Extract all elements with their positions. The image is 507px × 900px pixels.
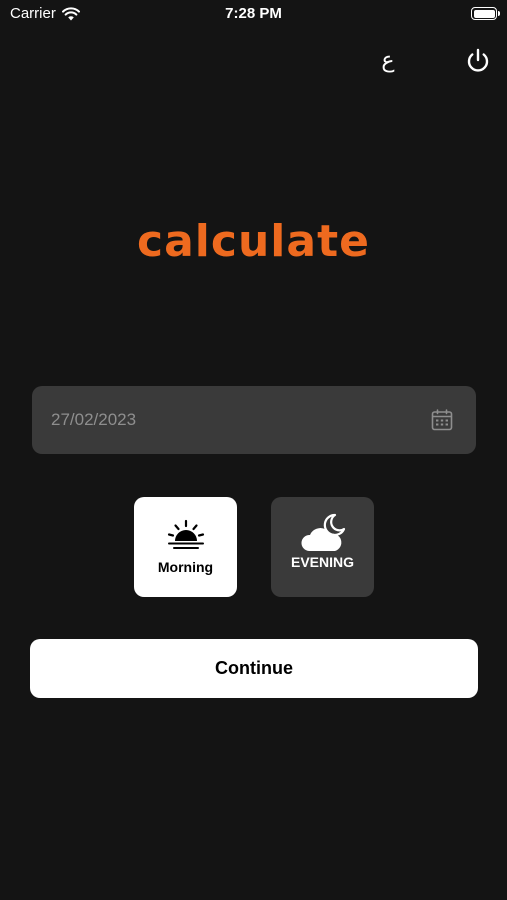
status-bar: Carrier 7:28 PM (0, 0, 507, 28)
evening-option-button[interactable]: EVENING (271, 497, 374, 597)
app-logo: calculate (137, 216, 370, 267)
morning-option-button[interactable]: Morning (134, 497, 237, 597)
date-input[interactable]: 27/02/2023 (32, 386, 476, 454)
calendar-icon[interactable] (430, 408, 454, 432)
language-toggle-button[interactable]: ع (374, 44, 402, 78)
battery-icon (471, 7, 500, 20)
sunrise-icon (167, 519, 204, 549)
date-value: 27/02/2023 (51, 410, 137, 429)
cloud-moon-icon (300, 513, 345, 551)
morning-option-label: Morning (157, 559, 214, 575)
status-time: 7:28 PM (225, 5, 282, 22)
evening-option-label: EVENING (290, 554, 354, 570)
continue-button[interactable]: Continue (30, 639, 478, 698)
power-icon[interactable] (462, 45, 494, 77)
app-screen: Carrier 7:28 PM ع calculate 27/02/2023 M… (0, 0, 507, 900)
